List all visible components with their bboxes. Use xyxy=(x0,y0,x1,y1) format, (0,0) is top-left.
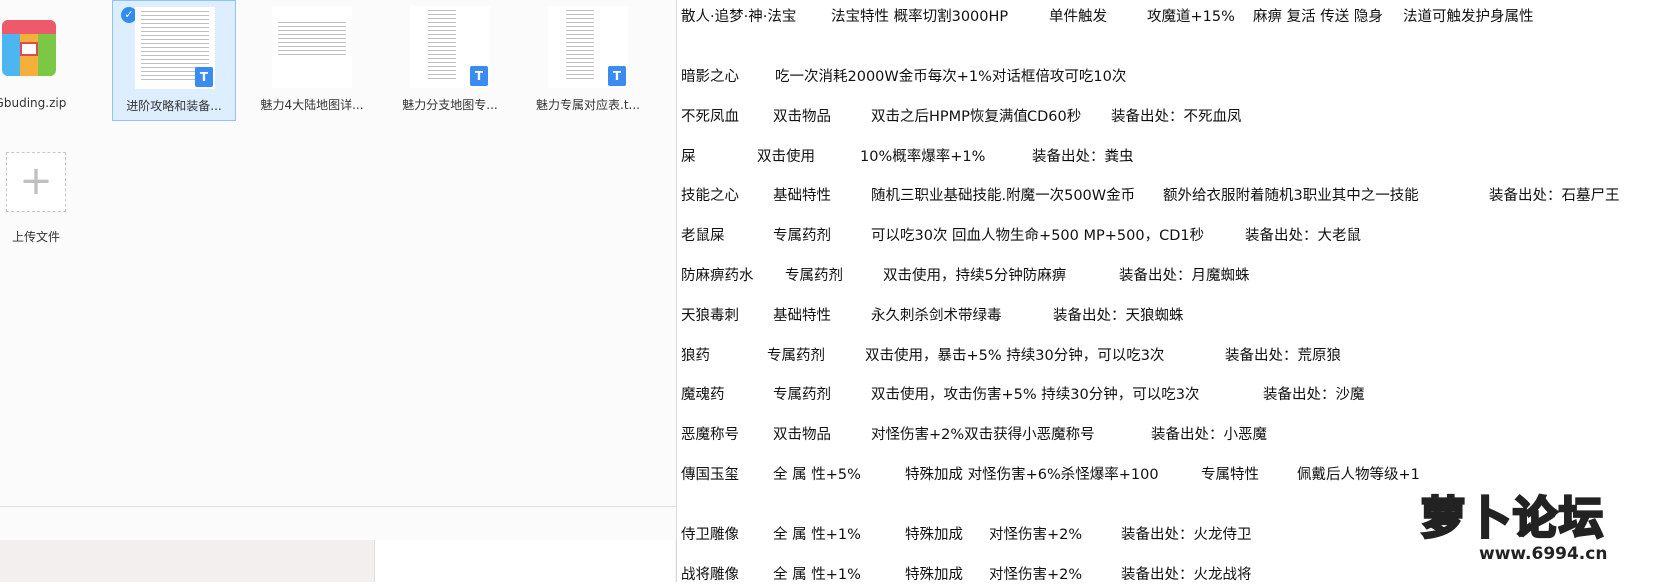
doc-line: 天狼毒刺 基础特性 永久刺杀剑术带绿毒 装备出处：天狼蜘蛛 xyxy=(681,308,1184,324)
file-tile-selected[interactable]: ✓ T 进阶攻略和装备... xyxy=(112,0,236,121)
doc-line: 技能之心 基础特性 随机三职业基础技能.附魔一次500W金币 额外给衣服附着随机3职业… xyxy=(681,188,1620,204)
file-name: 魅力专属对应表.t... xyxy=(536,98,640,112)
text-file-icon: T xyxy=(195,67,213,87)
doc-line: 暗影之心 吃一次消耗2000W金币每次+1%对话框倍攻可吃10次 xyxy=(681,69,1127,85)
doc-line: 防麻痹药水 专属药剂 双击使用，持续5分钟防麻痹 装备出处：月魔蜘蛛 xyxy=(681,268,1250,284)
doc-line: 傳国玉玺全 属 性+5% 特殊加成 对怪伤害+6%杀怪爆率+100 专属特性 佩戴后人… xyxy=(681,467,1420,483)
file-tile-zip[interactable]: FGbuding.zip xyxy=(0,0,116,121)
document-thumbnail xyxy=(272,6,352,88)
upload-label: 上传文件 xyxy=(11,230,60,244)
divider xyxy=(0,506,676,507)
doc-line: 不死凤血 双击物品 双击之后HPMP恢复满值CD60秒 装备出处：不死血凤 xyxy=(681,109,1242,125)
text-file-icon: T xyxy=(608,66,626,86)
doc-line: 屎双击使用 10%概率爆率+1% 装备出处：粪虫 xyxy=(681,149,1134,165)
doc-line: 老鼠屎 专属药剂 可以吃30次 回血人物生命+500 MP+500，CD1秒 装备出处… xyxy=(681,228,1361,244)
doc-line: 恶魔称号 双击物品 对怪伤害+2%双击获得小恶魔称号 装备出处：小恶魔 xyxy=(681,427,1267,443)
text-file-icon: T xyxy=(470,66,488,86)
file-name: FGbuding.zip xyxy=(0,96,67,110)
file-tile[interactable]: 魅力4大陆地图详... xyxy=(250,0,374,121)
file-tile[interactable]: T 魅力专属对应表.t... xyxy=(526,0,650,121)
zip-archive-icon xyxy=(2,20,56,76)
document-thumbnail: T xyxy=(410,6,490,88)
background-window-strip xyxy=(0,540,676,582)
watermark-text: 萝卜论坛 xyxy=(1420,492,1605,546)
doc-line: 侍卫雕像全 属 性+1% 特殊加成 对怪伤害+2% 装备出处：火龙侍卫 xyxy=(681,527,1252,543)
watermark-url: www.6994.cn xyxy=(1479,544,1608,564)
file-name: 进阶攻略和装备... xyxy=(126,99,222,113)
doc-line: 魔魂药 专属药剂 双击使用，攻击伤害+5% 持续30分钟，可以吃3次 装备出处：沙魔 xyxy=(681,387,1365,403)
file-name: 魅力分支地图专... xyxy=(402,98,498,112)
doc-line: 狼药 专属药剂 双击使用，暴击+5% 持续30分钟，可以吃3次 装备出处：荒原狼 xyxy=(681,348,1341,364)
doc-line: 散人·追梦·神·法宝 法宝特性 概率切割3000HP 单件触发 攻魔道+15% 麻痹 复… xyxy=(681,9,1534,25)
plus-icon: + xyxy=(19,158,53,204)
document-thumbnail: T xyxy=(548,6,628,88)
upload-button[interactable]: + xyxy=(6,152,66,212)
file-name: 魅力4大陆地图详... xyxy=(260,98,364,112)
file-tile[interactable]: T 魅力分支地图专... xyxy=(388,0,512,121)
doc-line: 战将雕像全 属 性+1% 特殊加成 对怪伤害+2% 装备出处：火龙战将 xyxy=(681,567,1252,583)
file-panel: FGbuding.zip ✓ T 进阶攻略和装备... 魅力4大陆地图详... … xyxy=(0,0,677,540)
watermark-logo: 萝卜论坛 www.6994.cn xyxy=(1413,482,1651,576)
document-thumbnail: T xyxy=(135,7,215,89)
